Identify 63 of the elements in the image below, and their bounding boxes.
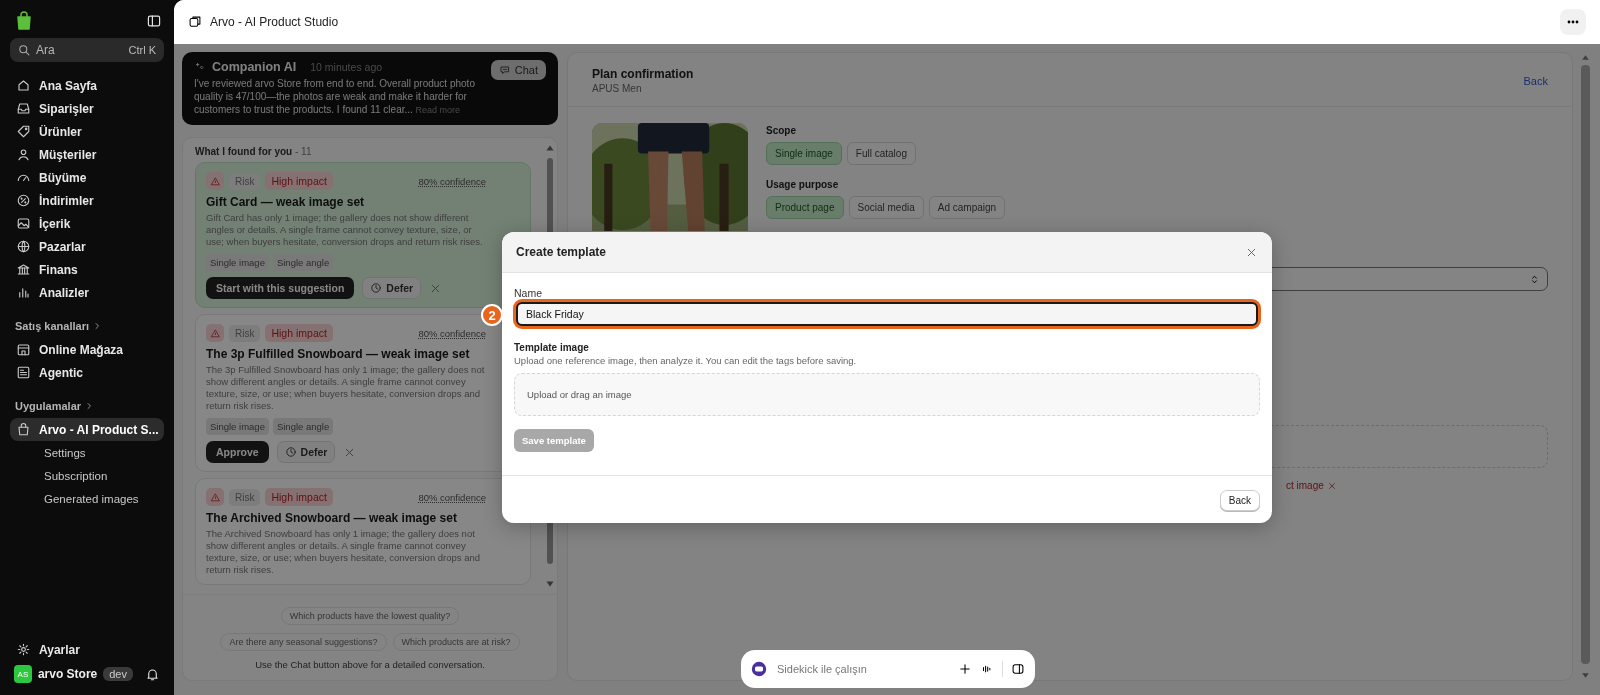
panel-subtitle: APUS Men bbox=[592, 83, 643, 94]
option-chip[interactable]: Ad campaign bbox=[928, 196, 1006, 219]
card-title: Gift Card — weak image set bbox=[206, 195, 366, 209]
tag: Single image bbox=[206, 418, 269, 435]
nav-item[interactable]: Büyüme bbox=[10, 166, 164, 189]
primary-button[interactable]: Start with this suggestion bbox=[206, 277, 355, 299]
nav-item[interactable]: Siparişler bbox=[10, 97, 164, 120]
nav-item[interactable]: İndirimler bbox=[10, 189, 164, 212]
shortcut-hint: Ctrl K bbox=[128, 44, 156, 56]
field-label: Scope bbox=[766, 125, 797, 136]
type-tag: Risk bbox=[229, 172, 261, 190]
upload-dropzone[interactable]: Upload or drag an image bbox=[514, 373, 1260, 416]
impact-tag: High impact bbox=[265, 324, 333, 342]
back-button[interactable]: Back bbox=[1219, 490, 1260, 511]
name-field[interactable]: Black Friday bbox=[516, 302, 1258, 326]
timestamp: 10 minutes ago bbox=[310, 61, 383, 73]
nav-item[interactable]: İçerik bbox=[10, 212, 164, 235]
nav-item[interactable]: Pazarlar bbox=[10, 235, 164, 258]
nav-subitem[interactable]: Generated images bbox=[10, 487, 164, 510]
field-label: Template image bbox=[514, 342, 590, 353]
primary-button[interactable]: Approve bbox=[206, 441, 269, 463]
nav-item[interactable]: Ana Sayfa bbox=[10, 74, 164, 97]
section-heading: Uygulamalar bbox=[15, 400, 82, 412]
tag: Single image bbox=[206, 254, 269, 271]
confidence-label: 80% confidence bbox=[418, 491, 486, 503]
dialog-title: Create template bbox=[516, 245, 607, 259]
field-label: Name bbox=[514, 287, 543, 299]
impact-tag: High impact bbox=[265, 488, 333, 506]
section-heading: What I found for you - 11 bbox=[195, 146, 313, 157]
nav-item[interactable]: Analizler bbox=[10, 281, 164, 304]
nav-item[interactable]: Finans bbox=[10, 258, 164, 281]
environment-badge: dev bbox=[103, 667, 133, 681]
nav-item[interactable]: Agentic bbox=[10, 361, 164, 384]
nav-subitem[interactable]: Settings bbox=[10, 441, 164, 464]
defer-button[interactable]: Defer bbox=[362, 277, 422, 299]
nav-item[interactable]: Müşteriler bbox=[10, 143, 164, 166]
nav-item[interactable]: Online Mağaza bbox=[10, 338, 164, 361]
card-title: The Archived Snowboard — weak image set bbox=[206, 511, 458, 525]
option-chip[interactable]: Social media bbox=[848, 196, 924, 219]
option-chip[interactable]: Full catalog bbox=[846, 142, 916, 165]
nav-item[interactable]: Arvo - AI Product S... bbox=[10, 418, 164, 441]
store-avatar: AS bbox=[14, 665, 32, 683]
window-title: Arvo - AI Product Studio bbox=[210, 15, 339, 29]
panel-title: Plan confirmation bbox=[592, 67, 694, 81]
card-title: The 3p Fulfilled Snowboard — weak image set bbox=[206, 347, 471, 361]
confidence-label: 80% confidence bbox=[418, 175, 486, 187]
nav-item[interactable]: Ürünler bbox=[10, 120, 164, 143]
hint-text: Use the Chat button above for a detailed conversation. bbox=[254, 659, 486, 670]
defer-button[interactable]: Defer bbox=[276, 441, 336, 463]
nav-subitem[interactable]: Subscription bbox=[10, 464, 164, 487]
impact-tag: High impact bbox=[265, 172, 333, 190]
companion-title: Companion AI bbox=[212, 60, 297, 74]
link-text[interactable]: ct image bbox=[1286, 480, 1324, 491]
confidence-label: 80% confidence bbox=[418, 327, 486, 339]
type-tag: Risk bbox=[229, 488, 261, 506]
field-label: Usage purpose bbox=[766, 179, 840, 190]
tag: Single angle bbox=[272, 254, 334, 271]
tag: Single angle bbox=[272, 418, 334, 435]
help-text: Upload one reference image, then analyze it. You can edit the tags before saving. bbox=[514, 355, 858, 366]
section-heading: Satış kanalları bbox=[15, 320, 89, 332]
type-tag: Risk bbox=[229, 324, 261, 342]
settings-link[interactable]: Ayarlar bbox=[39, 642, 80, 657]
store-name[interactable]: arvo Store bbox=[37, 667, 98, 681]
